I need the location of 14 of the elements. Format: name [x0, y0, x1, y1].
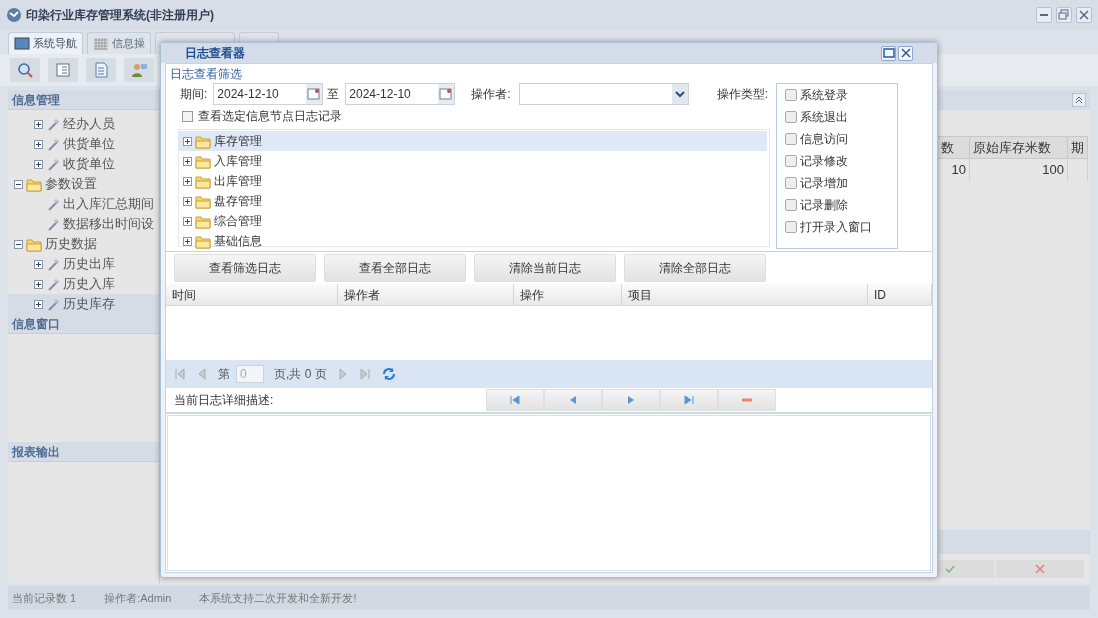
- field-label: 期间:: [180, 86, 208, 103]
- field-label: 至: [327, 86, 340, 103]
- pager-label: 第: [218, 366, 230, 383]
- status-text: 当前记录数 1: [12, 590, 77, 606]
- status-text: 操作者:Admin: [104, 590, 172, 606]
- detail-label: 当前日志详细描述:: [174, 392, 275, 409]
- status-text: 本系统支持二次开发和全新开发!: [199, 590, 357, 606]
- field-label: 操作类型:: [716, 86, 768, 103]
- dialog-title: 日志查看器: [185, 45, 245, 62]
- pager-label: 页,共 0 页: [274, 366, 327, 383]
- field-label: 操作者:: [471, 86, 511, 103]
- group-label: 日志查看筛选: [170, 66, 243, 81]
- window-title: 印染行业库存管理系统(非注册用户): [26, 7, 214, 24]
- table-cell: 100: [969, 158, 1068, 181]
